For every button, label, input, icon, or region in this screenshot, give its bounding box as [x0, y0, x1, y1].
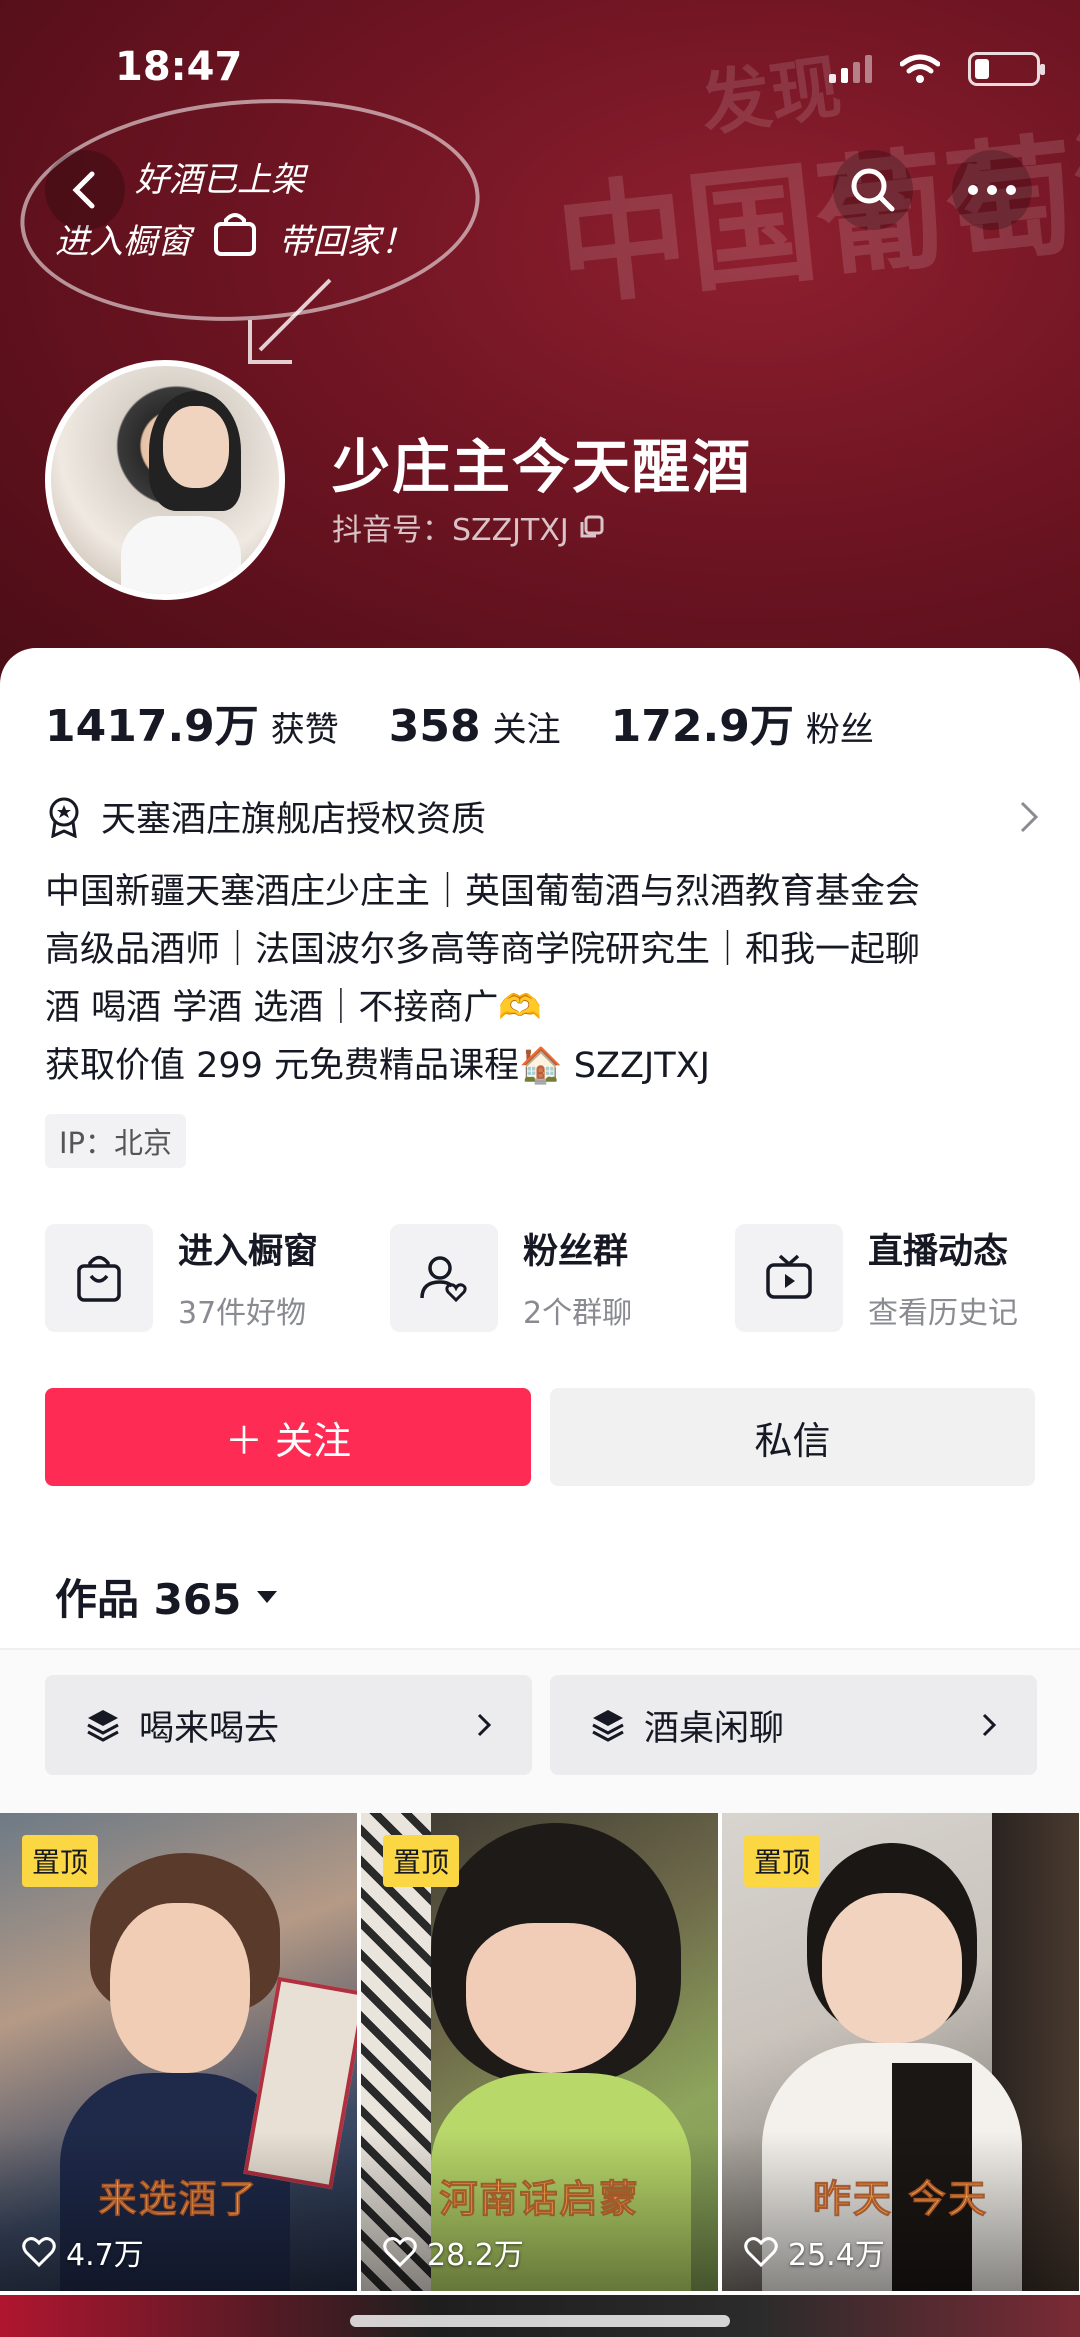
layers-icon — [592, 1710, 624, 1742]
video-likes: 28.2万 — [383, 2230, 524, 2274]
douyin-id-text: 抖音号：SZZJTXJ — [332, 513, 569, 548]
shopping-bag-icon — [45, 1223, 153, 1332]
entry-live[interactable]: 直播动态 查看历史记 — [735, 1223, 1080, 1332]
entry-subtitle: 37件好物 — [178, 1296, 307, 1331]
likes-count: 4.7万 — [66, 2238, 144, 2273]
video-caption: 来选酒了 — [98, 2177, 259, 2222]
video-tile[interactable]: 置顶 昨天 今天 25.4万 — [722, 1813, 1079, 2291]
works-tab[interactable]: 作品 365 — [55, 1566, 279, 1627]
video-tile[interactable]: 置顶 来选酒了 4.7万 — [0, 1813, 357, 2291]
heart-icon — [744, 2237, 778, 2267]
chevron-right-icon — [1020, 801, 1039, 832]
promo-line-2b: 带回家！ — [278, 222, 415, 262]
collection-1[interactable]: 喝来喝去 — [45, 1675, 532, 1775]
battery-icon — [968, 52, 1045, 86]
chevron-right-icon — [982, 1713, 997, 1737]
video-caption: 昨天 今天 — [812, 2177, 989, 2222]
video-caption: 河南话启蒙 — [439, 2177, 640, 2222]
chevron-left-icon — [72, 171, 95, 209]
bio: 中国新疆天塞酒庄少庄主｜英国葡萄酒与烈酒教育基金会 高级品酒师｜法国波尔多高等商… — [45, 863, 1055, 1095]
bio-line: 酒 喝酒 学酒 选酒｜不接商广🫶 — [45, 988, 542, 1028]
works-label: 作品 365 — [55, 1575, 242, 1624]
stat-followers[interactable]: 172.9万 粉丝 — [611, 690, 874, 754]
entry-row: 进入橱窗 37件好物 粉丝群 2个群聊 直播动态查看历史记 — [45, 1223, 1080, 1332]
stats-row: 1417.9万 获赞 358 关注 172.9万 粉丝 — [45, 690, 874, 754]
search-button[interactable] — [833, 150, 913, 230]
likes-count: 28.2万 — [427, 2238, 524, 2273]
stat-following[interactable]: 358 关注 — [389, 701, 561, 752]
video-likes: 4.7万 — [22, 2230, 144, 2274]
layers-icon — [87, 1710, 119, 1742]
entry-title: 粉丝群 — [523, 1232, 629, 1272]
more-icon — [968, 185, 1016, 195]
bio-line: 获取价值 299 元免费精品课程🏠 SZZJTXJ — [45, 1046, 710, 1086]
avatar[interactable] — [45, 360, 285, 600]
profile-banner: 发现 中国葡萄酒 18:47 好酒已上架 进入橱窗 带回家！ 少庄主今天醒酒 抖… — [0, 0, 1080, 700]
pinned-badge: 置顶 — [22, 1835, 99, 1887]
entry-title: 进入橱窗 — [178, 1232, 319, 1272]
collection-2[interactable]: 酒桌闲聊 — [550, 1675, 1037, 1775]
entry-fan-group[interactable]: 粉丝群 2个群聊 — [390, 1223, 735, 1332]
certification-row[interactable]: 天塞酒庄旗舰店授权资质 — [45, 791, 1040, 842]
entry-title: 直播动态 — [868, 1232, 1009, 1272]
profile-card: 1417.9万 获赞 358 关注 172.9万 粉丝 天塞酒庄旗舰店授权资质 中国新… — [0, 648, 1080, 2337]
certification-text: 天塞酒庄旗舰店授权资质 — [101, 800, 487, 840]
stat-likes[interactable]: 1417.9万 获赞 — [45, 690, 339, 754]
display-name: 少庄主今天醒酒 — [332, 433, 753, 501]
bio-line: 高级品酒师｜法国波尔多高等商学院研究生｜和我一起聊 — [45, 930, 921, 970]
wifi-icon — [900, 54, 940, 83]
signal-icon — [829, 55, 872, 83]
home-indicator[interactable] — [350, 2315, 730, 2327]
arrow-doodle-icon — [248, 278, 332, 364]
entry-subtitle: 查看历史记 — [868, 1296, 1018, 1331]
status-time: 18:47 — [115, 44, 243, 90]
heart-icon — [383, 2237, 417, 2267]
bio-line: 中国新疆天塞酒庄少庄主｜英国葡萄酒与烈酒教育基金会 — [45, 872, 921, 912]
shopping-bag-icon — [212, 210, 258, 277]
video-tile[interactable]: 置顶 河南话启蒙 28.2万 — [361, 1813, 718, 2291]
live-tv-icon — [735, 1223, 843, 1332]
video-grid: 置顶 来选酒了 4.7万 置顶 河南话启蒙 28.2万 置顶 昨天 今天 25.… — [0, 1813, 1080, 2291]
message-button[interactable]: 私信 — [550, 1388, 1035, 1486]
caret-down-icon — [257, 1590, 278, 1603]
more-button[interactable] — [952, 150, 1032, 230]
entry-subtitle: 2个群聊 — [523, 1296, 633, 1331]
fan-group-icon — [390, 1223, 498, 1332]
status-icons — [829, 52, 1045, 86]
heart-icon — [22, 2237, 56, 2267]
likes-count: 25.4万 — [788, 2238, 885, 2273]
entry-showcase[interactable]: 进入橱窗 37件好物 — [45, 1223, 390, 1332]
copy-icon[interactable] — [579, 514, 605, 540]
badge-icon — [49, 797, 79, 838]
collection-label: 喝来喝去 — [139, 1708, 280, 1749]
search-icon — [851, 168, 895, 212]
collection-label: 酒桌闲聊 — [644, 1708, 785, 1749]
pinned-badge: 置顶 — [383, 1835, 460, 1887]
video-likes: 25.4万 — [744, 2230, 885, 2274]
collections-bar: 喝来喝去 酒桌闲聊 — [0, 1650, 1080, 1813]
douyin-id[interactable]: 抖音号：SZZJTXJ — [332, 505, 605, 549]
follow-button[interactable]: ＋ 关注 — [45, 1388, 531, 1486]
chevron-right-icon — [477, 1713, 492, 1737]
pinned-badge: 置顶 — [744, 1835, 821, 1887]
ip-location: IP：北京 — [45, 1114, 187, 1168]
back-button[interactable] — [45, 150, 125, 230]
